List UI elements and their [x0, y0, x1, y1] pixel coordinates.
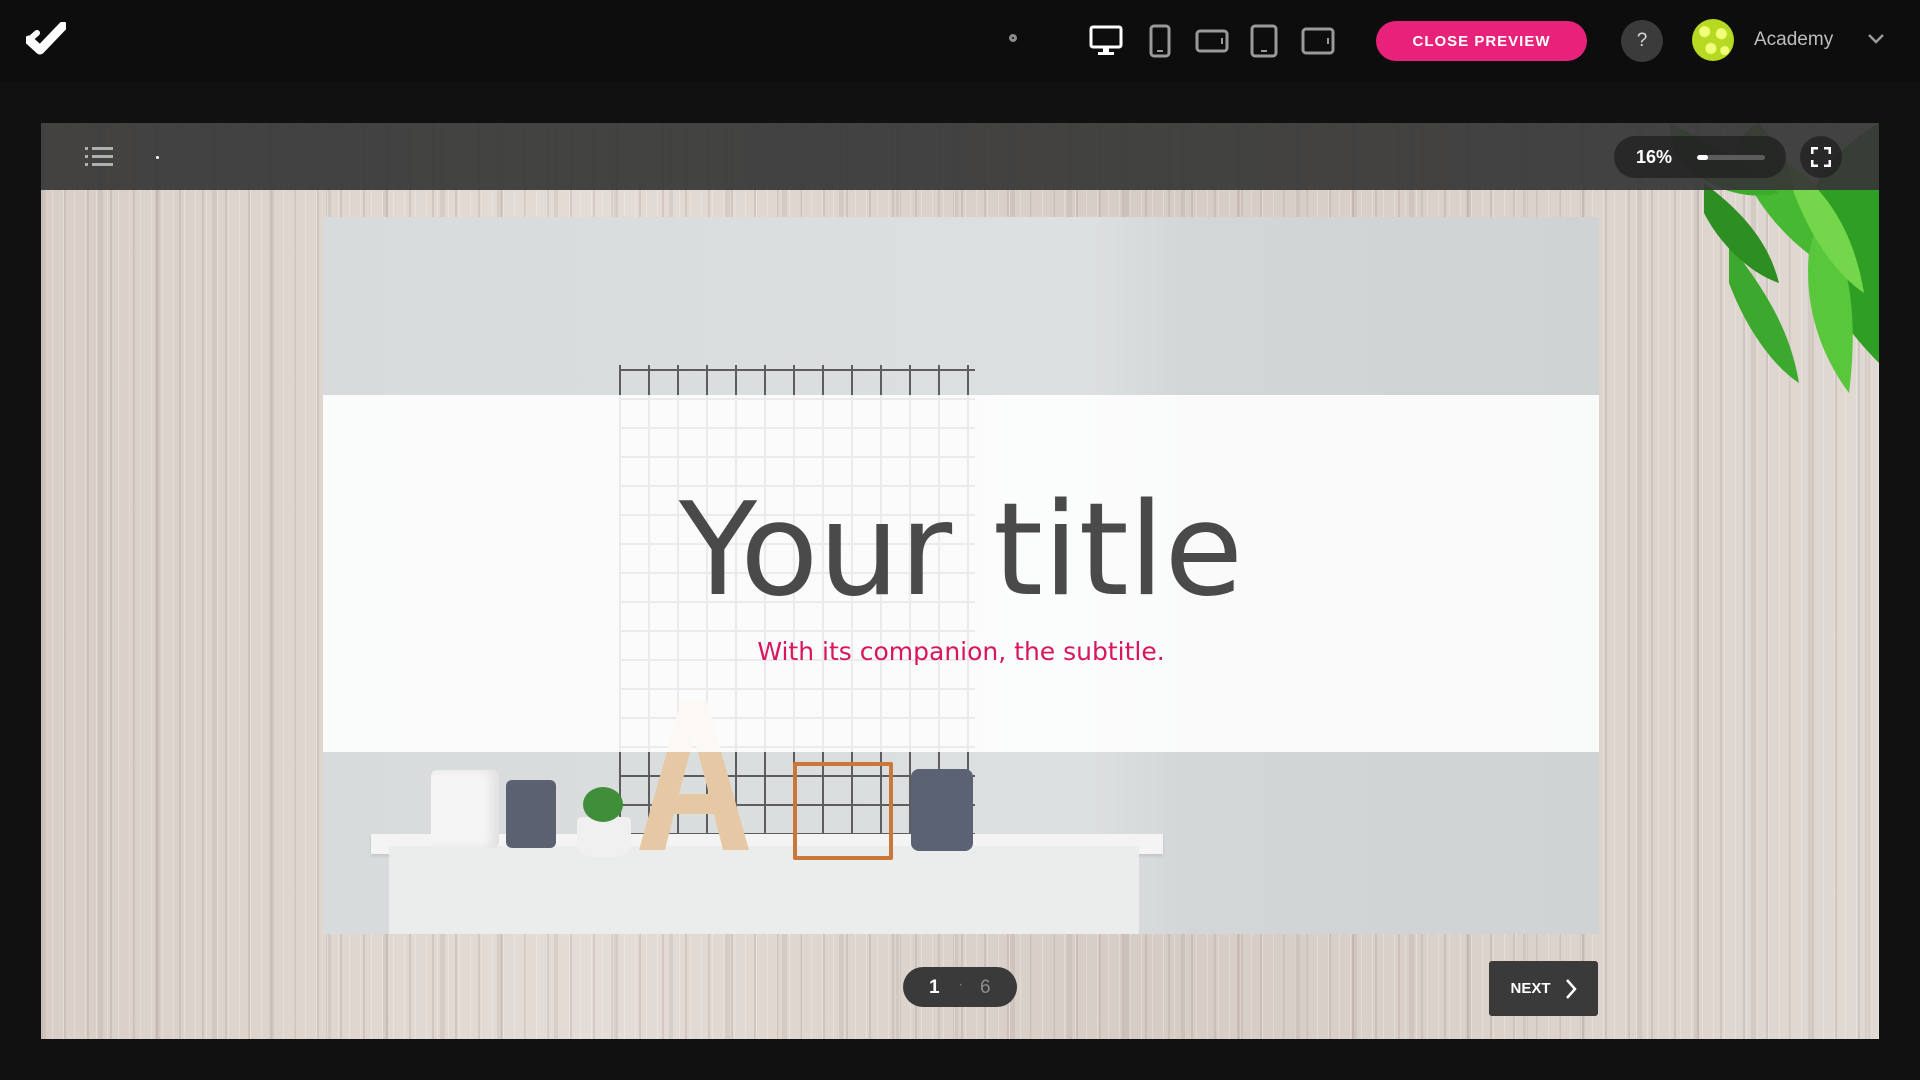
- next-button[interactable]: NEXT: [1489, 961, 1598, 1016]
- fullscreen-icon: [1811, 147, 1831, 167]
- phone-landscape-view-button[interactable]: [1194, 24, 1230, 58]
- slide-subtitle[interactable]: With its companion, the subtitle.: [323, 637, 1599, 666]
- desktop-view-button[interactable]: [1088, 24, 1124, 58]
- fullscreen-button[interactable]: [1800, 136, 1842, 178]
- preview-stage: 16% Your title With its companion, the s…: [41, 123, 1879, 1039]
- record-dot-icon[interactable]: [1009, 34, 1017, 42]
- checkmark-logo-icon[interactable]: [26, 22, 66, 56]
- dark-candle-image: [911, 769, 973, 851]
- copper-holder-image: [793, 762, 893, 860]
- page-separator: ·: [958, 976, 964, 993]
- list-menu-icon[interactable]: [85, 146, 113, 168]
- player-toolbar: 16%: [41, 123, 1879, 190]
- tablet-portrait-icon: [1250, 24, 1278, 58]
- phone-portrait-icon: [1149, 24, 1171, 58]
- current-page: 1: [929, 977, 940, 998]
- phone-landscape-icon: [1195, 29, 1229, 53]
- progress-percent: 16%: [1636, 147, 1673, 167]
- indicator-dot: [156, 156, 159, 159]
- shelf-body-image: [389, 846, 1139, 934]
- chevron-right-icon: [1565, 978, 1577, 999]
- close-preview-button[interactable]: CLOSE PREVIEW: [1376, 21, 1587, 61]
- avatar[interactable]: [1692, 19, 1734, 61]
- next-label: NEXT: [1510, 980, 1551, 997]
- help-button[interactable]: ?: [1621, 20, 1663, 62]
- desktop-icon: [1089, 25, 1123, 55]
- progress-track: [1697, 155, 1765, 160]
- tablet-landscape-view-button[interactable]: [1300, 24, 1336, 58]
- slide-title[interactable]: Your title: [323, 487, 1599, 615]
- tablet-landscape-icon: [1301, 27, 1335, 55]
- white-candle-image: [431, 770, 499, 848]
- slide-canvas: Your title With its companion, the subti…: [323, 217, 1599, 934]
- account-name[interactable]: Academy: [1754, 29, 1833, 51]
- chevron-down-icon[interactable]: [1866, 32, 1886, 46]
- gray-candle-image: [506, 780, 556, 848]
- plant-pot-image: [577, 817, 631, 857]
- tablet-portrait-view-button[interactable]: [1250, 24, 1278, 58]
- top-bar: CLOSE PREVIEW ? Academy: [0, 0, 1920, 82]
- progress-indicator: 16%: [1614, 136, 1786, 178]
- total-pages: 6: [980, 977, 991, 998]
- cactus-image: [583, 787, 623, 822]
- phone-portrait-view-button[interactable]: [1148, 24, 1172, 58]
- page-indicator: 1 · 6: [903, 967, 1017, 1007]
- progress-fill: [1697, 155, 1708, 160]
